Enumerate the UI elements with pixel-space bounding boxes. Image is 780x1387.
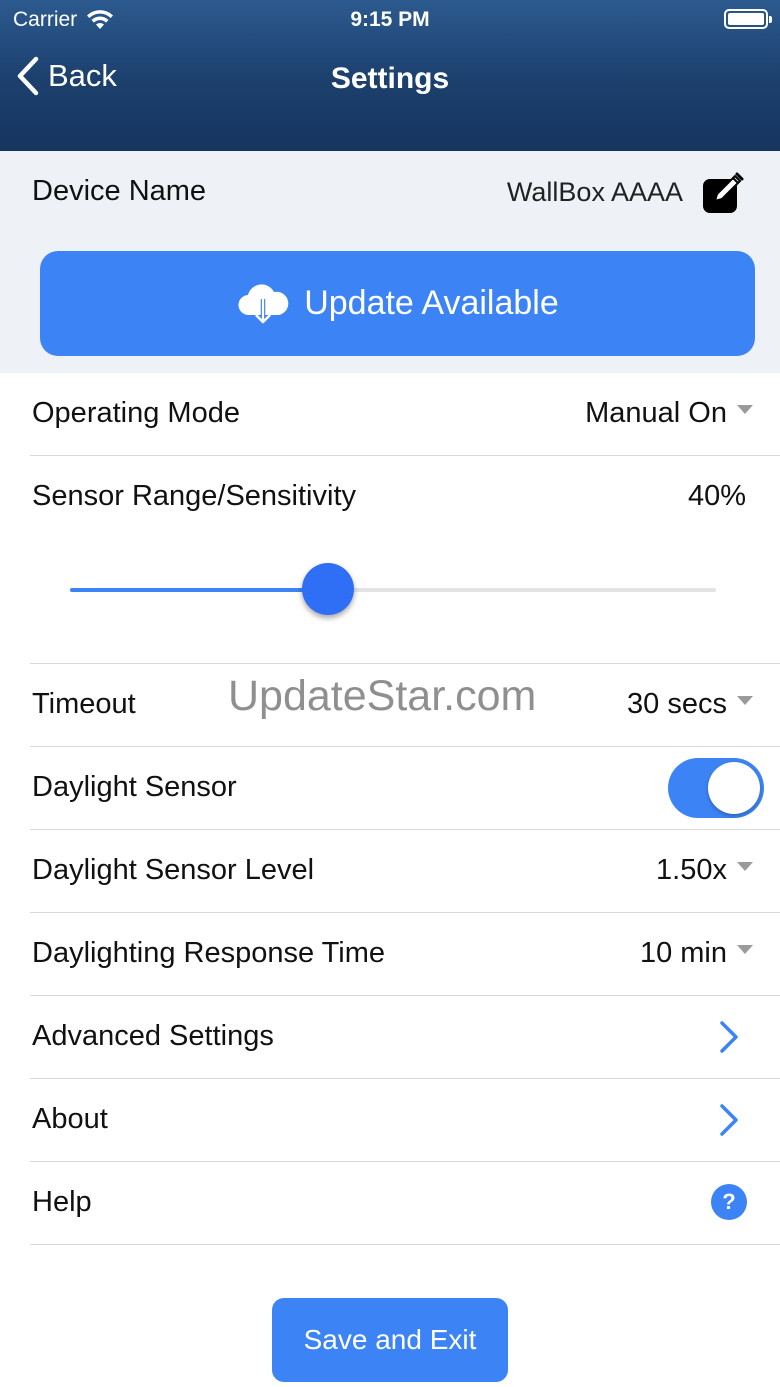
- about-label: About: [32, 1103, 108, 1135]
- daylight-level-value: 1.50x: [656, 854, 727, 886]
- advanced-settings-label: Advanced Settings: [32, 1020, 274, 1052]
- device-section: Device Name WallBox AAAA Update Availabl…: [0, 151, 780, 373]
- timeout-value: 30 secs: [627, 688, 727, 720]
- dropdown-caret-icon: [737, 405, 753, 414]
- row-daylight-sensor: Daylight Sensor: [30, 747, 780, 830]
- status-time: 9:15 PM: [350, 8, 430, 31]
- operating-mode-value: Manual On: [585, 397, 727, 429]
- row-sensor-range: Sensor Range/Sensitivity 40%: [30, 456, 780, 664]
- page-title: Settings: [330, 62, 450, 95]
- row-daylighting-response[interactable]: Daylighting Response Time 10 min: [30, 913, 780, 996]
- row-operating-mode[interactable]: Operating Mode Manual On: [30, 373, 780, 456]
- slider-thumb[interactable]: [302, 563, 354, 615]
- row-help[interactable]: Help ?: [30, 1162, 780, 1245]
- save-and-exit-button[interactable]: Save and Exit: [272, 1298, 508, 1382]
- operating-mode-label: Operating Mode: [32, 397, 240, 429]
- timeout-label: Timeout: [32, 688, 136, 720]
- daylight-sensor-toggle[interactable]: [668, 758, 764, 818]
- update-available-label: Update Available: [304, 284, 559, 322]
- save-and-exit-label: Save and Exit: [303, 1324, 477, 1355]
- update-available-button[interactable]: Update Available: [40, 251, 755, 356]
- status-bar: Carrier 9:15 PM: [0, 0, 780, 40]
- chevron-right-icon: [720, 1021, 738, 1053]
- row-about[interactable]: About: [30, 1079, 780, 1162]
- toggle-knob: [708, 762, 760, 814]
- daylight-sensor-label: Daylight Sensor: [32, 771, 237, 803]
- watermark: UpdateStar.com: [228, 672, 537, 720]
- device-name-value: WallBox AAAA: [506, 177, 683, 207]
- slider-fill: [70, 588, 328, 592]
- edit-icon[interactable]: [701, 171, 745, 215]
- chevron-right-icon: [720, 1104, 738, 1136]
- navigation-header: Carrier 9:15 PM Back Settings: [0, 0, 780, 151]
- help-label: Help: [32, 1186, 92, 1218]
- dropdown-caret-icon: [737, 696, 753, 705]
- daylighting-response-label: Daylighting Response Time: [32, 937, 386, 969]
- row-daylight-sensor-level[interactable]: Daylight Sensor Level 1.50x: [30, 830, 780, 913]
- daylight-level-label: Daylight Sensor Level: [32, 854, 315, 886]
- dropdown-caret-icon: [737, 862, 753, 871]
- daylighting-response-value: 10 min: [639, 937, 727, 969]
- dropdown-caret-icon: [737, 945, 753, 954]
- help-icon[interactable]: ?: [711, 1184, 747, 1220]
- sensor-range-value: 40%: [687, 480, 746, 512]
- device-name-label: Device Name: [32, 175, 207, 207]
- cloud-download-icon: [238, 283, 289, 323]
- row-advanced-settings[interactable]: Advanced Settings: [30, 996, 780, 1079]
- sensitivity-slider[interactable]: [70, 563, 716, 617]
- battery-icon: [724, 9, 772, 29]
- sensor-range-label: Sensor Range/Sensitivity: [32, 480, 356, 512]
